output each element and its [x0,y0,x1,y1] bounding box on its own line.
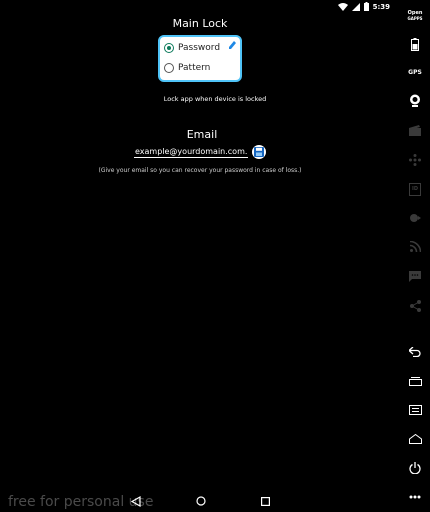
lock-type-card: Password Pattern [158,35,242,82]
pattern-label: Pattern [178,63,211,73]
gapps-label-bottom: GAPPS [407,16,423,21]
floppy-disk-icon [254,147,265,157]
lock-caption: Lock app when device is locked [163,95,267,103]
home-circle-icon [196,496,206,506]
password-label: Password [178,43,221,53]
recents-square-icon [260,496,270,506]
gps-icon[interactable]: GPS [407,64,423,80]
share-icon[interactable] [407,298,423,314]
side-panel: Open GAPPS GPS ID [400,0,430,512]
main-content: Main Lock Password Pattern Lock app when… [0,0,400,512]
password-option[interactable]: Password [164,43,220,53]
email-title: Email [186,128,218,141]
dpad-icon[interactable] [407,152,423,168]
nav-home-button[interactable] [194,494,208,508]
sms-icon[interactable] [407,268,423,284]
email-field[interactable]: example@yourdomain.com. [134,147,249,158]
record-icon[interactable] [407,210,423,226]
back-side-icon[interactable] [407,344,423,360]
power-icon[interactable] [407,460,423,476]
more-options-icon[interactable] [407,489,423,505]
nav-recents-button[interactable] [258,494,272,508]
rss-icon[interactable] [407,238,423,254]
id-card-icon[interactable]: ID [407,181,423,197]
menu-side-icon[interactable] [407,402,423,418]
pattern-option[interactable]: Pattern [164,63,210,73]
password-radio[interactable] [164,43,174,53]
main-lock-title: Main Lock [172,17,228,30]
id-label: ID [411,185,418,192]
nav-back-button[interactable] [129,494,143,508]
save-email-button[interactable] [252,145,267,159]
home-side-icon[interactable] [407,431,423,447]
email-row: example@yourdomain.com. [134,145,267,159]
webcam-icon[interactable] [407,92,423,108]
pattern-radio[interactable] [164,63,174,73]
email-hint: (Give your email so you can recover your… [98,167,302,174]
gps-label: GPS [408,68,422,76]
battery-side-icon[interactable] [407,36,423,52]
clapperboard-icon[interactable] [407,122,423,138]
navigation-bar: free for personal use [0,490,400,512]
back-triangle-icon [131,495,141,507]
open-gapps-icon[interactable]: Open GAPPS [407,8,423,24]
recent-apps-side-icon[interactable] [407,373,423,389]
edit-pencil-icon[interactable] [228,41,236,51]
